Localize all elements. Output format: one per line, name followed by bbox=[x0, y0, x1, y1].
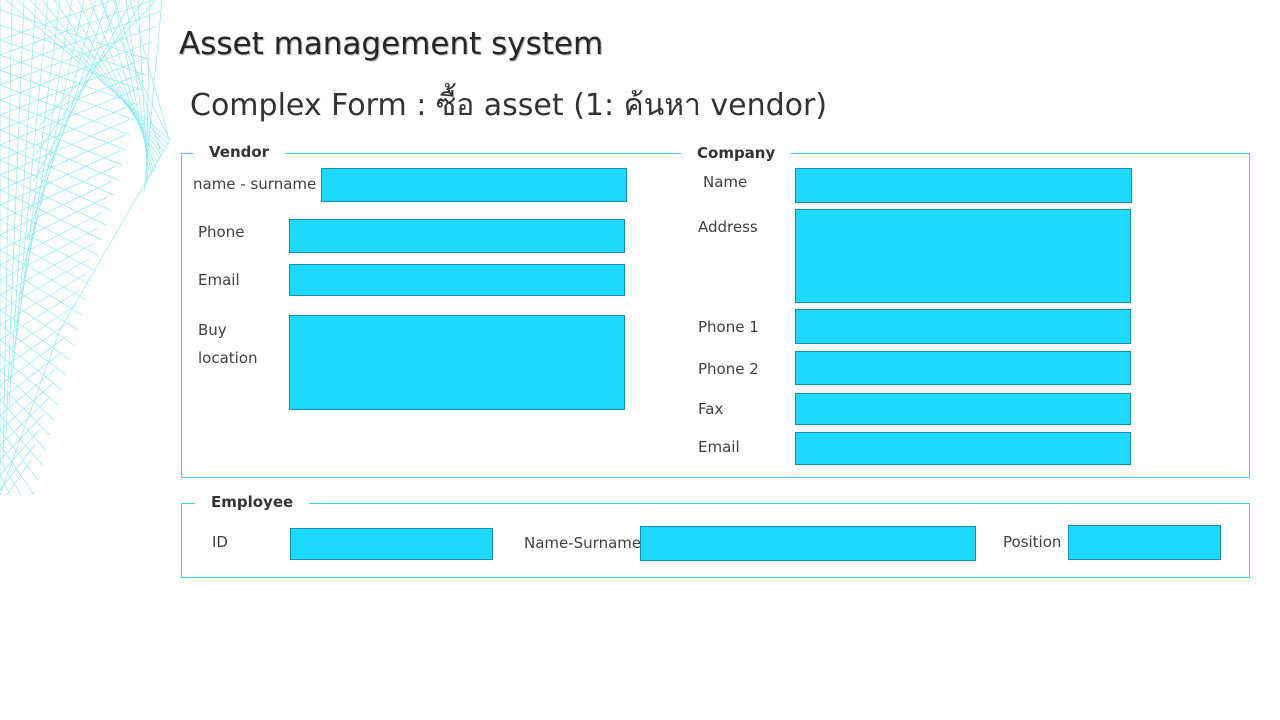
vendor-buy-location-field[interactable] bbox=[289, 315, 625, 410]
page-subtitle: Complex Form : ซื้อ asset (1: ค้นหา vend… bbox=[190, 88, 828, 123]
company-email-label: Email bbox=[698, 438, 740, 456]
company-fax-label: Fax bbox=[698, 400, 724, 418]
company-phone2-label: Phone 2 bbox=[698, 360, 759, 378]
company-legend: Company bbox=[681, 144, 792, 162]
vendor-phone-field[interactable] bbox=[289, 219, 625, 253]
employee-name-field[interactable] bbox=[640, 526, 976, 561]
vendor-name-field[interactable] bbox=[321, 168, 627, 202]
company-email-field[interactable] bbox=[795, 432, 1131, 465]
employee-id-field[interactable] bbox=[290, 528, 493, 560]
vendor-phone-label: Phone bbox=[198, 223, 245, 241]
company-phone1-field[interactable] bbox=[795, 309, 1131, 344]
vendor-buy-location-label-line2: location bbox=[198, 349, 258, 367]
company-phone2-field[interactable] bbox=[795, 351, 1131, 385]
employee-position-label: Position bbox=[1003, 533, 1062, 551]
wireframe-decoration bbox=[0, 0, 171, 495]
vendor-name-label: name - surname bbox=[193, 175, 317, 193]
employee-name-label: Name-Surname bbox=[524, 534, 642, 552]
vendor-buy-location-label-line1: Buy bbox=[198, 321, 227, 339]
page-title: Asset management system bbox=[179, 26, 604, 62]
company-fax-field[interactable] bbox=[795, 393, 1131, 425]
company-name-field[interactable] bbox=[795, 168, 1132, 203]
company-phone1-label: Phone 1 bbox=[698, 318, 759, 336]
vendor-email-field[interactable] bbox=[289, 264, 625, 296]
company-address-label: Address bbox=[698, 218, 758, 236]
employee-id-label: ID bbox=[212, 533, 228, 551]
employee-position-field[interactable] bbox=[1068, 525, 1221, 560]
vendor-legend: Vendor bbox=[193, 143, 286, 161]
employee-legend: Employee bbox=[195, 493, 310, 511]
company-address-field[interactable] bbox=[795, 209, 1131, 303]
company-name-label: Name bbox=[703, 173, 748, 191]
vendor-email-label: Email bbox=[198, 271, 240, 289]
